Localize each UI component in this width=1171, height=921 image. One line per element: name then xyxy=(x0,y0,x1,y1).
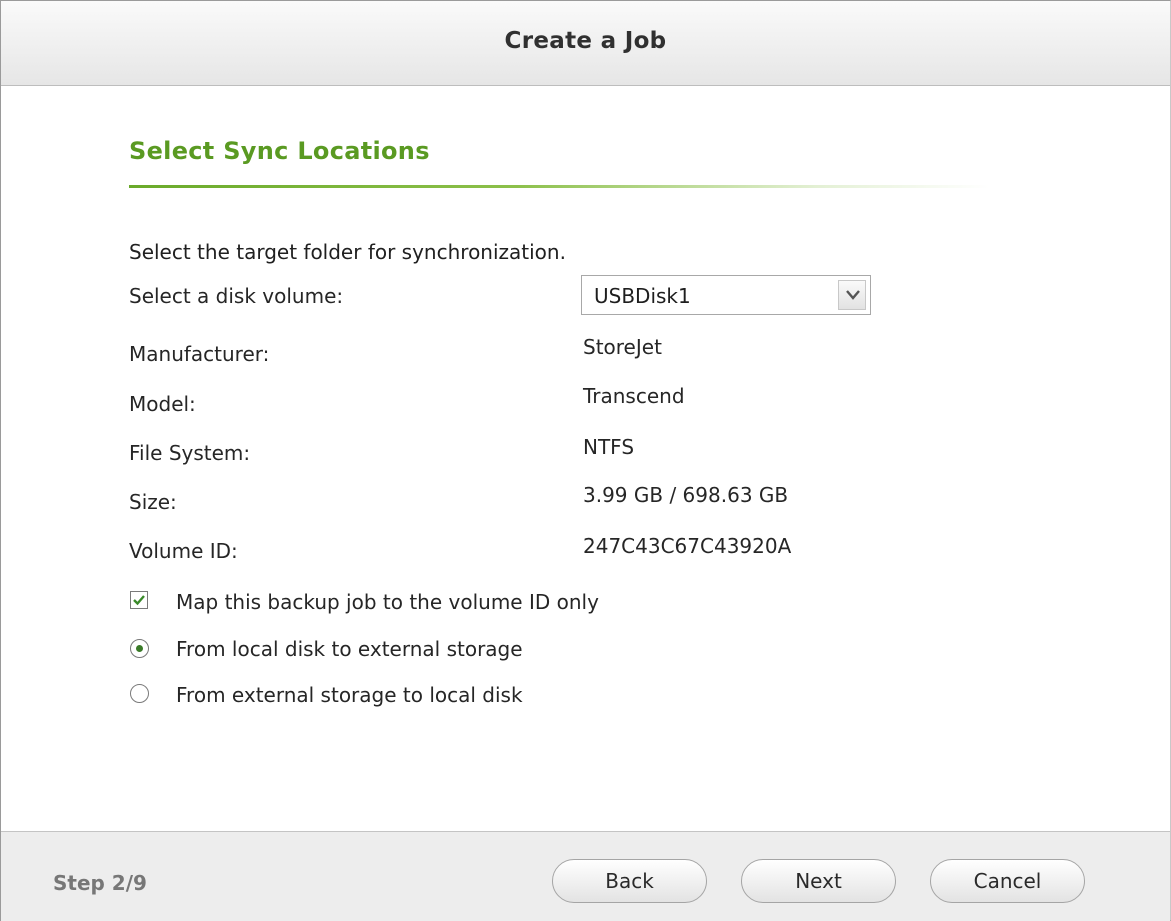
external-to-local-label[interactable]: From external storage to local disk xyxy=(176,683,523,707)
disk-volume-label: Select a disk volume: xyxy=(129,284,344,308)
dropdown-button[interactable] xyxy=(838,280,866,310)
disk-volume-select[interactable]: USBDisk1 xyxy=(581,275,871,315)
radio-external-to-local[interactable] xyxy=(130,684,149,703)
disk-volume-selected-value: USBDisk1 xyxy=(594,284,691,308)
model-value: Transcend xyxy=(583,384,685,408)
volume-id-label: Volume ID: xyxy=(129,539,238,563)
dialog-title: Create a Job xyxy=(504,28,667,54)
section-title: Select Sync Locations xyxy=(129,137,430,165)
radio-local-to-external[interactable] xyxy=(130,639,149,658)
size-value: 3.99 GB / 698.63 GB xyxy=(583,483,789,507)
radio-selected-dot xyxy=(136,645,143,652)
file-system-label: File System: xyxy=(129,441,251,465)
map-volume-id-label[interactable]: Map this backup job to the volume ID onl… xyxy=(176,590,599,614)
checkmark-icon xyxy=(133,595,145,606)
create-job-dialog: Create a Job Select Sync Locations Selec… xyxy=(0,0,1171,921)
step-indicator: Step 2/9 xyxy=(53,871,147,895)
section-divider xyxy=(129,185,989,188)
back-button[interactable]: Back xyxy=(552,859,707,903)
model-label: Model: xyxy=(129,392,196,416)
chevron-down-icon xyxy=(846,290,860,300)
manufacturer-value: StoreJet xyxy=(583,335,662,359)
local-to-external-label[interactable]: From local disk to external storage xyxy=(176,637,523,661)
volume-id-value: 247C43C67C43920A xyxy=(583,534,792,558)
file-system-value: NTFS xyxy=(583,435,635,459)
dialog-titlebar: Create a Job xyxy=(1,1,1170,86)
dialog-footer: Step 2/9 Back Next Cancel xyxy=(1,831,1170,921)
map-volume-id-checkbox[interactable] xyxy=(130,591,148,609)
next-button[interactable]: Next xyxy=(741,859,896,903)
manufacturer-label: Manufacturer: xyxy=(129,342,270,366)
cancel-button[interactable]: Cancel xyxy=(930,859,1085,903)
size-label: Size: xyxy=(129,490,177,514)
instruction-text: Select the target folder for synchroniza… xyxy=(129,240,566,264)
